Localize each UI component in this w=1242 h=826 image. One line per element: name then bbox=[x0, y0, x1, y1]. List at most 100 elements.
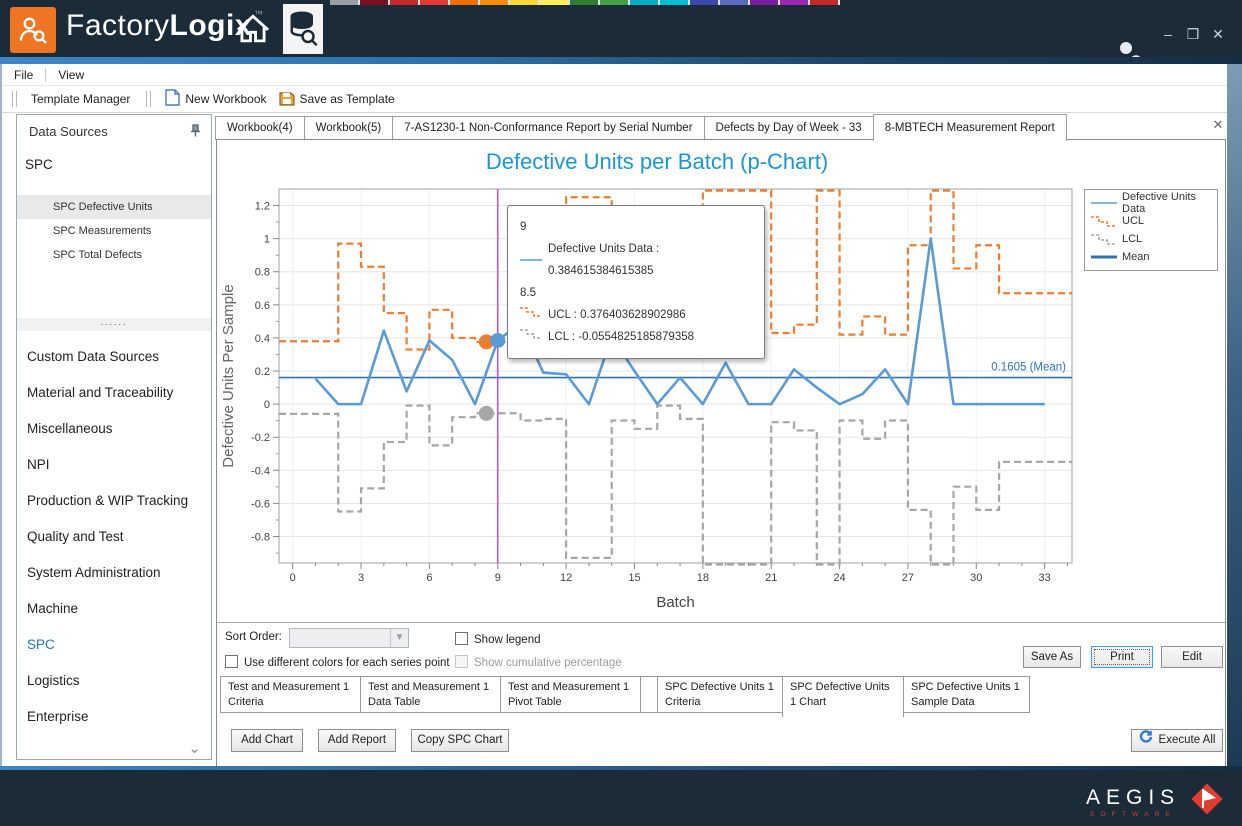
svg-text:-0.2: -0.2 bbox=[251, 432, 270, 444]
minimize-button[interactable]: – bbox=[1158, 26, 1178, 42]
tab-test-measurement-pivot-table[interactable]: Test and Measurement 1 Pivot Table bbox=[500, 676, 641, 713]
chart-legend: Defective Units Data UCL LCL Mean bbox=[1084, 189, 1218, 271]
legend-line-swatch bbox=[1091, 200, 1117, 206]
add-report-button[interactable]: Add Report bbox=[318, 729, 396, 752]
toolbar-grip[interactable] bbox=[146, 91, 151, 107]
tab-spc-defective-units-sample-data[interactable]: SPC Defective Units 1 Sample Data bbox=[903, 676, 1030, 713]
sidebar-item-list: SPC Defective Units SPC Measurements SPC… bbox=[17, 195, 211, 267]
legend-item-lcl: LCL bbox=[1091, 230, 1211, 248]
print-button[interactable]: Print bbox=[1091, 646, 1153, 668]
menu-view[interactable]: View bbox=[46, 64, 96, 85]
sidebar-item-spc-defective-units[interactable]: SPC Defective Units bbox=[17, 195, 211, 219]
menu-file[interactable]: File bbox=[2, 64, 45, 85]
tooltip-lcl-row: LCL : -0.0554825185879358 bbox=[520, 326, 752, 348]
tab-spc-defective-units-chart[interactable]: SPC Defective Units 1 Chart bbox=[782, 676, 904, 717]
footer-bar: AEGIS SOFTWARE bbox=[0, 770, 1242, 826]
tab-defects-by-day[interactable]: Defects by Day of Week - 33 bbox=[704, 116, 874, 140]
sidebar-splitter[interactable]: ...... bbox=[17, 318, 211, 331]
svg-text:0.4: 0.4 bbox=[255, 333, 270, 345]
tab-non-conformance-report[interactable]: 7-AS1230-1 Non-Conformance Report by Ser… bbox=[392, 116, 704, 140]
sidebar-category-custom-data-sources[interactable]: Custom Data Sources bbox=[17, 339, 211, 375]
sort-order-dropdown[interactable]: ▼ bbox=[289, 628, 409, 648]
svg-text:18: 18 bbox=[697, 572, 709, 584]
legend-thick-line-swatch bbox=[1091, 254, 1117, 260]
sort-order-label: Sort Order: bbox=[225, 631, 282, 643]
svg-text:Batch: Batch bbox=[656, 594, 694, 611]
database-search-icon[interactable] bbox=[283, 4, 323, 54]
tab-blank[interactable] bbox=[640, 676, 658, 713]
sidebar-category-quality-test[interactable]: Quality and Test bbox=[17, 519, 211, 555]
sidebar-item-spc-measurements[interactable]: SPC Measurements bbox=[17, 219, 211, 243]
svg-text:-0.6: -0.6 bbox=[251, 498, 270, 510]
checkbox-icon[interactable] bbox=[225, 655, 238, 668]
tooltip-step-swatch bbox=[520, 304, 542, 326]
chevron-down-icon[interactable]: ⌄ bbox=[188, 739, 201, 757]
template-manager-button[interactable]: Template Manager bbox=[25, 88, 136, 110]
save-as-button[interactable]: Save As bbox=[1023, 646, 1081, 668]
sidebar-category-npi[interactable]: NPI bbox=[17, 447, 211, 483]
tab-mbtech-measurement-report[interactable]: 8-MBTECH Measurement Report bbox=[873, 114, 1067, 141]
home-icon[interactable] bbox=[232, 8, 274, 50]
sidebar-category-miscellaneous[interactable]: Miscellaneous bbox=[17, 411, 211, 447]
new-workbook-button[interactable]: New Workbook bbox=[159, 88, 272, 110]
sidebar-item-spc-total-defects[interactable]: SPC Total Defects bbox=[17, 243, 211, 267]
svg-text:27: 27 bbox=[902, 572, 914, 584]
tab-test-measurement-data-table[interactable]: Test and Measurement 1 Data Table bbox=[360, 676, 501, 713]
close-tab-icon[interactable]: ✕ bbox=[1209, 117, 1227, 133]
sidebar-section-spc: SPC bbox=[25, 157, 53, 172]
svg-text:30: 30 bbox=[970, 572, 982, 584]
aegis-logo-text: AEGIS SOFTWARE bbox=[1086, 786, 1180, 818]
close-button[interactable]: ✕ bbox=[1208, 26, 1228, 43]
sidebar-category-production-wip[interactable]: Production & WIP Tracking bbox=[17, 483, 211, 519]
template-manager-label: Template Manager bbox=[31, 92, 130, 106]
tab-spc-defective-units-criteria[interactable]: SPC Defective Units 1 Criteria bbox=[657, 676, 783, 713]
edit-button[interactable]: Edit bbox=[1161, 646, 1223, 668]
worksheet-tab-strip: Test and Measurement 1 Criteria Test and… bbox=[221, 676, 1030, 717]
tooltip-x-value: 9 bbox=[520, 216, 752, 238]
svg-text:0.2: 0.2 bbox=[255, 366, 270, 378]
factorylogix-logo-icon bbox=[10, 7, 56, 53]
tooltip-step-swatch bbox=[520, 326, 542, 348]
save-as-template-button[interactable]: Save as Template bbox=[273, 88, 401, 110]
sidebar-category-enterprise[interactable]: Enterprise bbox=[17, 699, 211, 735]
sidebar-category-logistics[interactable]: Logistics bbox=[17, 663, 211, 699]
checkbox-icon[interactable] bbox=[455, 632, 468, 645]
svg-text:-0.4: -0.4 bbox=[251, 465, 270, 477]
svg-text:12: 12 bbox=[560, 572, 572, 584]
pin-icon[interactable] bbox=[190, 124, 201, 142]
sidebar-category-machine[interactable]: Machine bbox=[17, 591, 211, 627]
tooltip-data-text: Defective Units Data : 0.384615384615385 bbox=[548, 238, 752, 282]
aegis-subtitle: SOFTWARE bbox=[1086, 811, 1180, 818]
legend-label: UCL bbox=[1122, 215, 1144, 227]
use-different-colors-checkbox[interactable]: Use different colors for each series poi… bbox=[225, 653, 450, 671]
sidebar-category-spc[interactable]: SPC bbox=[17, 627, 211, 663]
show-legend-checkbox[interactable]: Show legend bbox=[455, 630, 541, 648]
maximize-button[interactable]: ❒ bbox=[1183, 26, 1203, 43]
svg-text:3: 3 bbox=[358, 572, 364, 584]
new-workbook-label: New Workbook bbox=[185, 92, 266, 106]
svg-text:15: 15 bbox=[628, 572, 640, 584]
copy-spc-chart-button[interactable]: Copy SPC Chart bbox=[411, 729, 509, 752]
tab-workbook-5[interactable]: Workbook(5) bbox=[304, 116, 394, 140]
sidebar-category-system-administration[interactable]: System Administration bbox=[17, 555, 211, 591]
tab-test-measurement-criteria[interactable]: Test and Measurement 1 Criteria bbox=[220, 676, 361, 713]
legend-step-swatch bbox=[1091, 214, 1117, 228]
new-workbook-icon bbox=[165, 89, 180, 109]
svg-text:6: 6 bbox=[426, 572, 432, 584]
execute-all-label: Execute All bbox=[1159, 730, 1216, 751]
show-cumulative-checkbox[interactable]: Show cumulative percentage bbox=[455, 653, 622, 671]
execute-all-button[interactable]: Execute All bbox=[1131, 729, 1223, 752]
add-chart-button[interactable]: Add Chart bbox=[231, 729, 303, 752]
sidebar-category-material-traceability[interactable]: Material and Traceability bbox=[17, 375, 211, 411]
save-as-template-label: Save as Template bbox=[300, 92, 395, 106]
svg-text:33: 33 bbox=[1039, 572, 1051, 584]
tooltip-x-mid-value: 8.5 bbox=[520, 282, 752, 304]
tab-workbook-4[interactable]: Workbook(4) bbox=[215, 116, 305, 140]
legend-label: Defective Units Data bbox=[1122, 191, 1211, 215]
tooltip-ucl-row: UCL : 0.376403628902986 bbox=[520, 304, 752, 326]
checkbox-icon[interactable] bbox=[455, 655, 468, 668]
toolbar-grip[interactable] bbox=[12, 91, 17, 107]
tooltip-data-row: Defective Units Data : 0.384615384615385 bbox=[520, 238, 752, 282]
chart-tooltip: 9 Defective Units Data : 0.3846153846153… bbox=[507, 205, 765, 359]
brand-light: Factory bbox=[66, 9, 170, 42]
